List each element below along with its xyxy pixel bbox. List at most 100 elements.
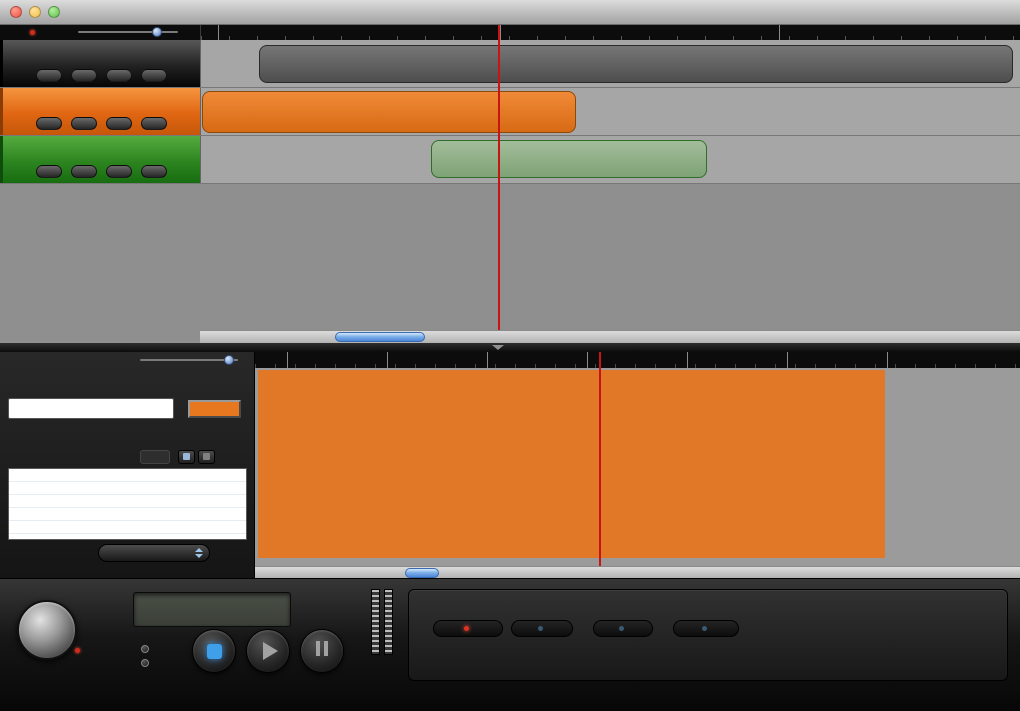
ruler-tick — [500, 25, 501, 40]
view-button-source[interactable] — [511, 620, 573, 637]
track-header-applause[interactable] — [0, 136, 200, 183]
detail-clip-intro[interactable] — [258, 370, 885, 558]
effects-edit-button[interactable] — [140, 450, 170, 464]
track-controls — [3, 117, 200, 130]
set-out-radio[interactable] — [141, 659, 149, 667]
track-name-input[interactable] — [8, 398, 174, 419]
track-record-button[interactable] — [141, 165, 167, 178]
transport-knob[interactable] — [17, 600, 77, 660]
waveform — [258, 370, 885, 558]
level-meter-left — [371, 589, 380, 655]
track-rewind-button[interactable] — [36, 117, 62, 130]
ruler-tick — [779, 25, 780, 40]
ruler-tick — [287, 352, 288, 368]
playhead[interactable] — [498, 25, 500, 330]
ruler-tick — [487, 352, 488, 368]
indicator-icon — [537, 626, 543, 631]
clip-intro[interactable] — [202, 91, 576, 133]
track-controls — [3, 165, 200, 178]
track-effects-button[interactable] — [106, 69, 132, 82]
waveform — [260, 46, 1012, 82]
active-indicator-icon — [463, 626, 469, 631]
effects-list[interactable] — [8, 468, 247, 540]
timeline-zoom-slider[interactable] — [78, 27, 178, 37]
title-bar[interactable] — [0, 0, 1020, 25]
zoom-slider-thumb[interactable] — [152, 27, 162, 37]
clip-microphone-take1[interactable] — [259, 45, 1013, 83]
divider-handle-icon[interactable] — [492, 345, 504, 350]
detail-zoom-slider[interactable] — [140, 355, 238, 365]
track-monitor-button[interactable] — [71, 165, 97, 178]
cut-indicator-icon — [75, 648, 80, 653]
track-color-swatch[interactable] — [188, 400, 241, 418]
scrollbar-thumb[interactable] — [335, 332, 425, 342]
timeline-scrollbar[interactable] — [200, 330, 1020, 343]
detail-scrollbar[interactable] — [255, 566, 1020, 578]
track-lane-intro[interactable] — [200, 88, 1020, 135]
timeline-toolbar — [0, 25, 1020, 40]
play-icon — [263, 642, 278, 660]
timeline-ruler[interactable] — [200, 25, 1020, 40]
detail-view — [255, 352, 1020, 578]
track-lane-microphone[interactable] — [200, 40, 1020, 87]
play-button[interactable] — [246, 629, 290, 673]
ruler-tick — [587, 352, 588, 368]
transport-bar — [0, 578, 1020, 711]
track-record-button[interactable] — [141, 117, 167, 130]
waveform — [203, 92, 575, 132]
auto-ducking-select[interactable] — [98, 544, 210, 562]
indicator-icon — [618, 626, 624, 631]
window-title — [0, 4, 1020, 19]
tracks-area — [0, 40, 1020, 343]
follow-indicator-icon — [30, 30, 35, 35]
app-window — [0, 0, 1020, 711]
dropdown-arrows-icon — [195, 548, 203, 558]
track-rewind-button[interactable] — [36, 165, 62, 178]
detail-ruler[interactable] — [255, 352, 1020, 368]
track-rewind-button[interactable] — [36, 69, 62, 82]
clip-applause[interactable] — [431, 140, 707, 178]
track-row-microphone — [0, 40, 1020, 88]
pane-divider[interactable] — [0, 343, 1020, 352]
ruler-tick — [387, 352, 388, 368]
remove-effect-icon — [203, 453, 210, 460]
track-effects-button[interactable] — [106, 165, 132, 178]
ruler-tick — [687, 352, 688, 368]
effects-remove-button[interactable] — [198, 450, 215, 464]
track-record-button[interactable] — [141, 69, 167, 82]
view-button-track-edit[interactable] — [433, 620, 503, 637]
detail-playhead[interactable] — [599, 352, 601, 566]
ruler-tick — [218, 25, 219, 40]
track-row-applause — [0, 136, 1020, 184]
track-monitor-button[interactable] — [71, 117, 97, 130]
detail-views-panel — [408, 589, 1008, 681]
level-meter-right — [384, 589, 393, 655]
ruler-tick — [887, 352, 888, 368]
stop-button[interactable] — [192, 629, 236, 673]
detail-zoom-thumb[interactable] — [224, 355, 234, 365]
track-effects-button[interactable] — [106, 117, 132, 130]
track-header-intro[interactable] — [0, 88, 200, 135]
track-monitor-button[interactable] — [71, 69, 97, 82]
waveform — [432, 141, 706, 177]
detail-scrollbar-thumb[interactable] — [405, 568, 439, 578]
pause-button[interactable] — [300, 629, 344, 673]
pause-icon — [314, 641, 330, 661]
track-header-microphone[interactable] — [0, 40, 200, 87]
zoom-slider-track — [78, 31, 178, 33]
add-effect-icon — [183, 453, 190, 460]
effects-add-button[interactable] — [178, 450, 195, 464]
track-row-intro — [0, 88, 1020, 136]
detail-waveform-area[interactable] — [255, 368, 1020, 566]
time-display — [133, 592, 291, 627]
track-lane-applause[interactable] — [200, 136, 1020, 183]
ruler-tick — [787, 352, 788, 368]
lower-section — [0, 352, 1020, 578]
indicator-icon — [701, 626, 707, 631]
view-button-chapters[interactable] — [673, 620, 739, 637]
stop-icon — [206, 643, 222, 659]
view-button-media[interactable] — [593, 620, 653, 637]
track-controls — [3, 69, 200, 82]
set-in-radio[interactable] — [141, 645, 149, 653]
edit-track-panel — [0, 352, 255, 578]
